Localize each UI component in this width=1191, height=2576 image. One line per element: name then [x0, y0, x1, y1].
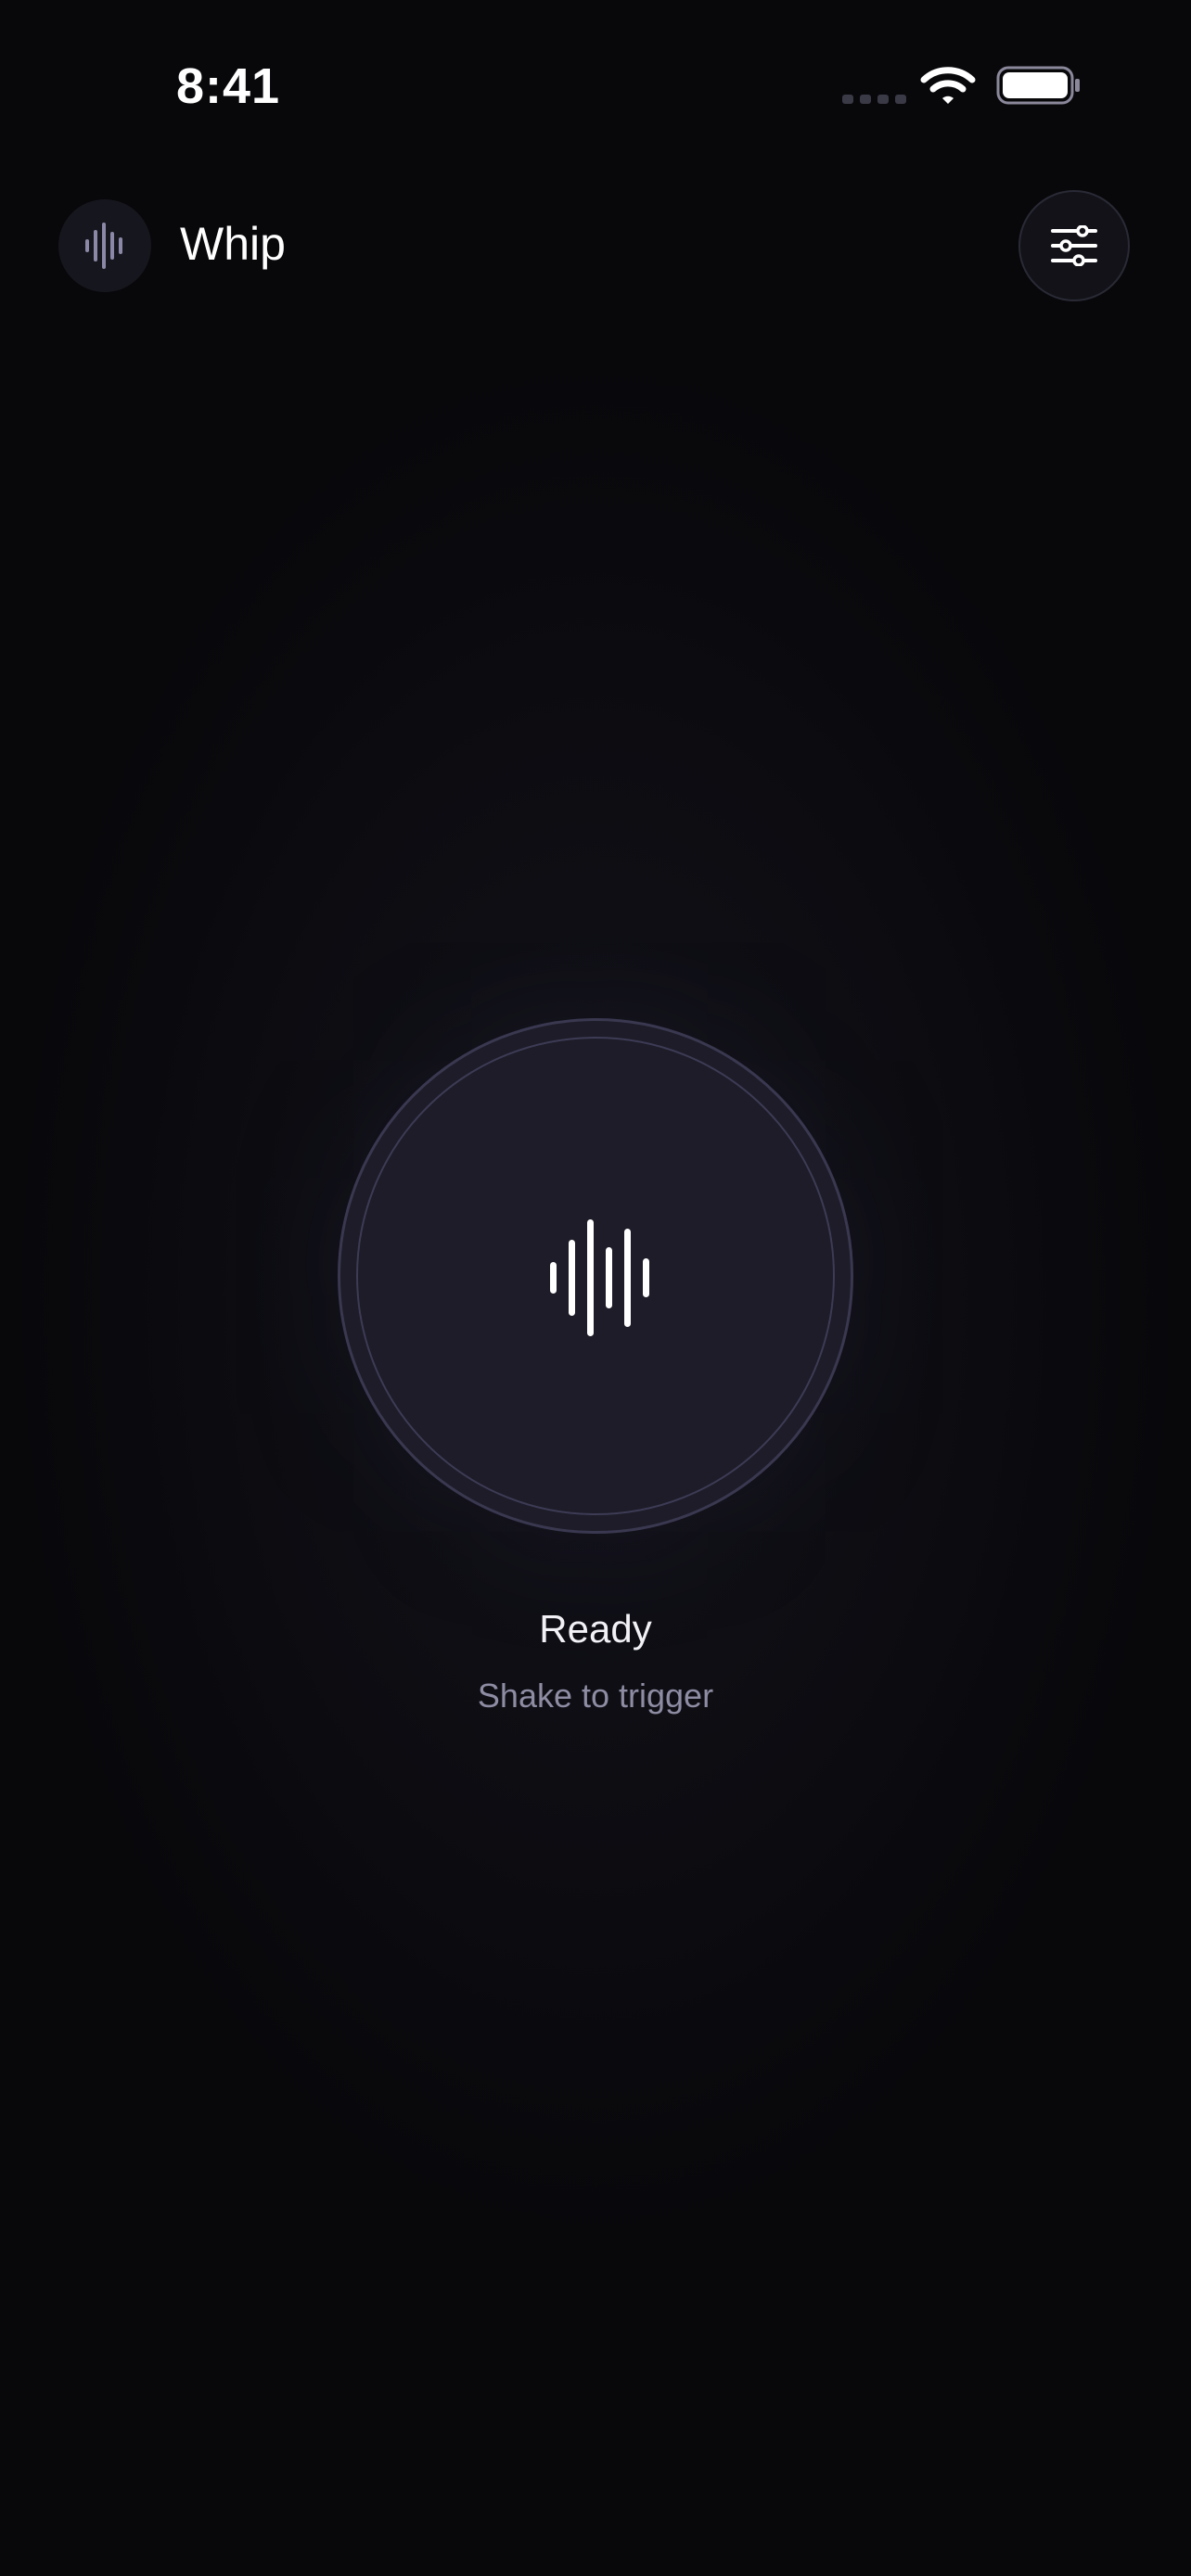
app-title: Whip [180, 218, 286, 270]
app-logo [58, 199, 151, 292]
app-screen: 8:41 Whip Ready Shake to trigger [0, 0, 1191, 2576]
app-header: Whip [0, 185, 1191, 315]
status-hint: Shake to trigger [477, 1677, 714, 1715]
settings-button[interactable] [1018, 190, 1130, 301]
status-time: 8:41 [176, 58, 281, 114]
status-label: Ready [539, 1607, 652, 1651]
wifi-icon [920, 67, 976, 104]
status-bar: 8:41 [0, 0, 1191, 176]
sliders-icon [1051, 225, 1097, 266]
waveform-icon [550, 1219, 649, 1336]
cellular-signal-icon [842, 95, 906, 104]
battery-icon [996, 66, 1080, 105]
trigger-button[interactable] [338, 1018, 853, 1534]
waveform-icon [85, 223, 122, 269]
